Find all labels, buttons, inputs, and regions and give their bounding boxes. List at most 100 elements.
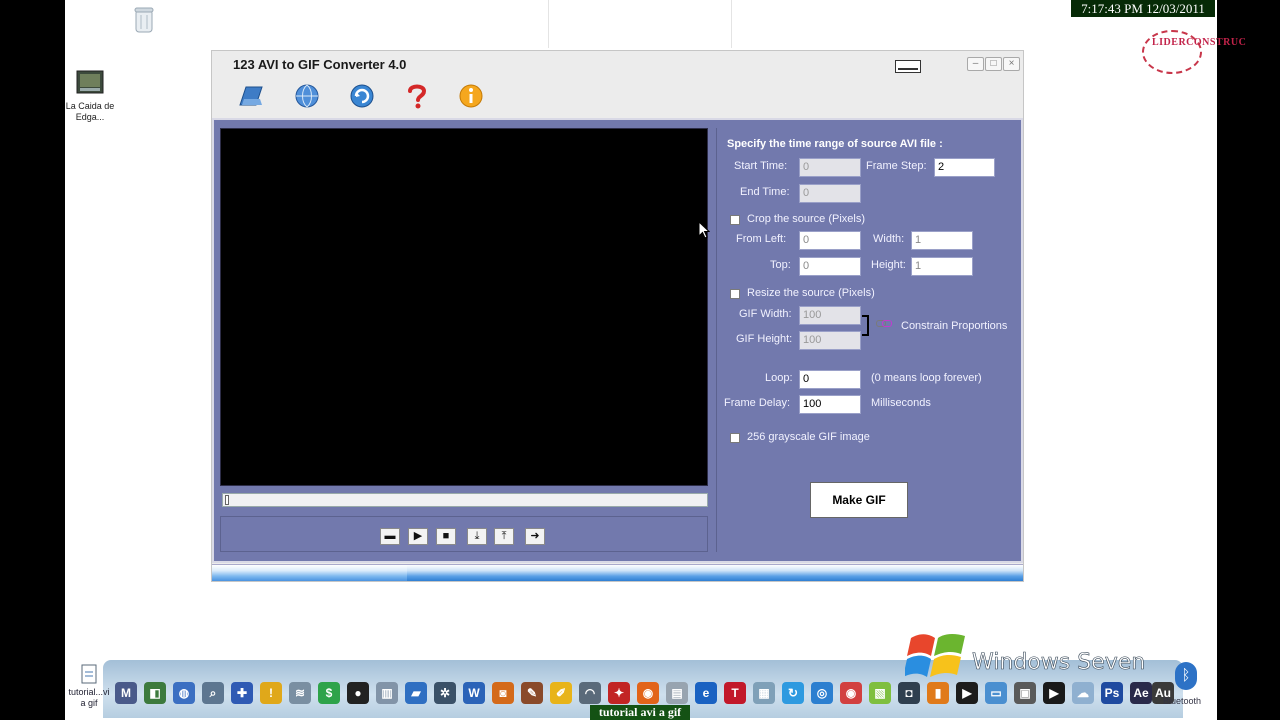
grayscale-checkbox[interactable] <box>730 433 740 443</box>
mark-out-icon[interactable]: ⤒ <box>494 528 514 545</box>
frame-delay-field[interactable]: 100 <box>799 395 861 414</box>
network-icon[interactable]: ◧ <box>144 682 166 704</box>
text-app-icon[interactable]: T <box>724 682 746 704</box>
gif-height-label: GIF Height: <box>736 333 793 345</box>
cloud-app-icon[interactable]: ☁ <box>1072 682 1094 704</box>
loop-hint: (0 means loop forever) <box>871 372 982 384</box>
firefox-app-icon[interactable]: ◉ <box>637 682 659 704</box>
grayscale-label: 256 grayscale GIF image <box>747 431 870 443</box>
maximize-button[interactable]: □ <box>985 57 1002 71</box>
help-icon[interactable] <box>402 81 432 111</box>
time-range-heading: Specify the time range of source AVI fil… <box>727 138 943 150</box>
title-bar[interactable]: 123 AVI to GIF Converter 4.0 – □ × <box>212 51 1023 78</box>
monitor-app-icon[interactable]: ▭ <box>985 682 1007 704</box>
recycle-bin-icon <box>134 7 154 33</box>
red-app-icon[interactable]: ✦ <box>608 682 630 704</box>
photoshop-app-icon[interactable]: Ps <box>1101 682 1123 704</box>
tutorial-file-label: tutorial...vi a gif <box>68 687 110 708</box>
seek-slider[interactable] <box>222 493 708 507</box>
world-app-icon[interactable]: ◎ <box>811 682 833 704</box>
gif-width-label: GIF Width: <box>739 308 792 320</box>
bluetooth-icon[interactable]: ᛒ <box>1175 662 1197 690</box>
play-icon[interactable]: ▶ <box>408 528 428 545</box>
start-time-label: Start Time: <box>734 160 788 172</box>
mods-icon[interactable]: M <box>115 682 137 704</box>
end-time-field[interactable]: 0 <box>799 184 861 203</box>
notes-app-icon[interactable]: ▧ <box>869 682 891 704</box>
loop-field[interactable]: 0 <box>799 370 861 389</box>
player-app-icon[interactable]: ▶ <box>1043 682 1065 704</box>
windows-logo-icon <box>905 633 965 677</box>
projector-app-icon[interactable]: ▣ <box>1014 682 1036 704</box>
refresh-app-icon[interactable]: ↻ <box>782 682 804 704</box>
constrain-label: Constrain Proportions <box>901 320 1008 332</box>
height-label: Height: <box>871 259 906 271</box>
settings-app-icon[interactable]: ✲ <box>434 682 456 704</box>
warning-app-icon[interactable]: ! <box>260 682 282 704</box>
mouse-cursor-icon <box>698 221 710 239</box>
main-panel: ▬ ▶ ■ ⤓ ⤒ ➜ Specify the time range of so… <box>212 118 1023 563</box>
seek-handle[interactable] <box>225 495 229 505</box>
camera-app-icon[interactable]: ◘ <box>898 682 920 704</box>
loop-label: Loop: <box>765 372 793 384</box>
mark-in-icon[interactable]: ⤓ <box>467 528 487 545</box>
constrain-link-icon[interactable] <box>876 317 892 328</box>
doc-app-icon[interactable]: ▤ <box>666 682 688 704</box>
resize-checkbox[interactable] <box>730 289 740 299</box>
search-app-icon[interactable]: ⌕ <box>202 682 224 704</box>
folder-app-icon[interactable]: ▰ <box>405 682 427 704</box>
refresh-icon[interactable] <box>347 81 377 111</box>
file-icon <box>81 664 97 684</box>
frame-step-field[interactable]: 2 <box>934 158 995 177</box>
ie-app-icon[interactable]: e <box>695 682 717 704</box>
gif-height-field[interactable]: 100 <box>799 331 861 350</box>
tutorial-gif-file[interactable]: tutorial...vi a gif <box>65 664 113 709</box>
top-label: Top: <box>770 259 791 271</box>
globe-app-icon[interactable]: ◍ <box>173 682 195 704</box>
crop-width-field[interactable]: 1 <box>911 231 973 250</box>
next-icon[interactable]: ➜ <box>525 528 545 545</box>
globe-icon[interactable] <box>292 81 322 111</box>
wifi-app-icon[interactable]: ≋ <box>289 682 311 704</box>
conversion-progress-bar <box>212 564 1023 581</box>
progress-fill <box>212 565 407 581</box>
stop-icon[interactable]: ■ <box>436 528 456 545</box>
converter-window: 123 AVI to GIF Converter 4.0 – □ × ▬ ▶ ■… <box>211 50 1024 582</box>
media-app-icon[interactable]: ◉ <box>840 682 862 704</box>
word-app-icon[interactable]: W <box>463 682 485 704</box>
clock-overlay: 7:17:43 PM 12/03/2011 <box>1071 0 1215 17</box>
minimize-button[interactable]: – <box>967 57 984 71</box>
money-app-icon[interactable]: $ <box>318 682 340 704</box>
from-left-label: From Left: <box>736 233 787 245</box>
folder-icon[interactable] <box>236 81 266 111</box>
close-button[interactable]: × <box>1003 57 1020 71</box>
open-icon[interactable]: ▬ <box>380 528 400 545</box>
from-left-field[interactable]: 0 <box>799 231 861 250</box>
grid-app-icon[interactable]: ✚ <box>231 682 253 704</box>
office-app-icon[interactable]: ◙ <box>492 682 514 704</box>
desktop-gridline <box>548 0 549 48</box>
desktop-gridline <box>731 0 732 48</box>
clapper-app-icon[interactable]: ▶ <box>956 682 978 704</box>
minimize-to-tray-button[interactable] <box>895 60 921 73</box>
crop-checkbox[interactable] <box>730 215 740 225</box>
info-icon[interactable] <box>456 81 486 111</box>
make-gif-button[interactable]: Make GIF <box>810 482 908 518</box>
recycle-bin-icon[interactable] <box>131 6 157 43</box>
crop-top-field[interactable]: 0 <box>799 257 861 276</box>
proportion-bracket <box>862 315 869 336</box>
after-effects-app-icon[interactable]: Ae <box>1130 682 1152 704</box>
orange-app-icon[interactable]: ▮ <box>927 682 949 704</box>
crop-height-field[interactable]: 1 <box>911 257 973 276</box>
tools-app-icon[interactable]: ✎ <box>521 682 543 704</box>
crop-label: Crop the source (Pixels) <box>747 213 865 225</box>
gif-width-field[interactable]: 100 <box>799 306 861 325</box>
start-time-field[interactable]: 0 <box>799 158 861 177</box>
disc-app-icon[interactable]: ● <box>347 682 369 704</box>
calc-app-icon[interactable]: ▦ <box>753 682 775 704</box>
video-file-icon <box>76 70 104 94</box>
trash-app-icon[interactable]: ▥ <box>376 682 398 704</box>
headset-app-icon[interactable]: ◠ <box>579 682 601 704</box>
desktop-video-file[interactable]: La Caida de Edga... <box>65 70 115 123</box>
pencil-app-icon[interactable]: ✐ <box>550 682 572 704</box>
